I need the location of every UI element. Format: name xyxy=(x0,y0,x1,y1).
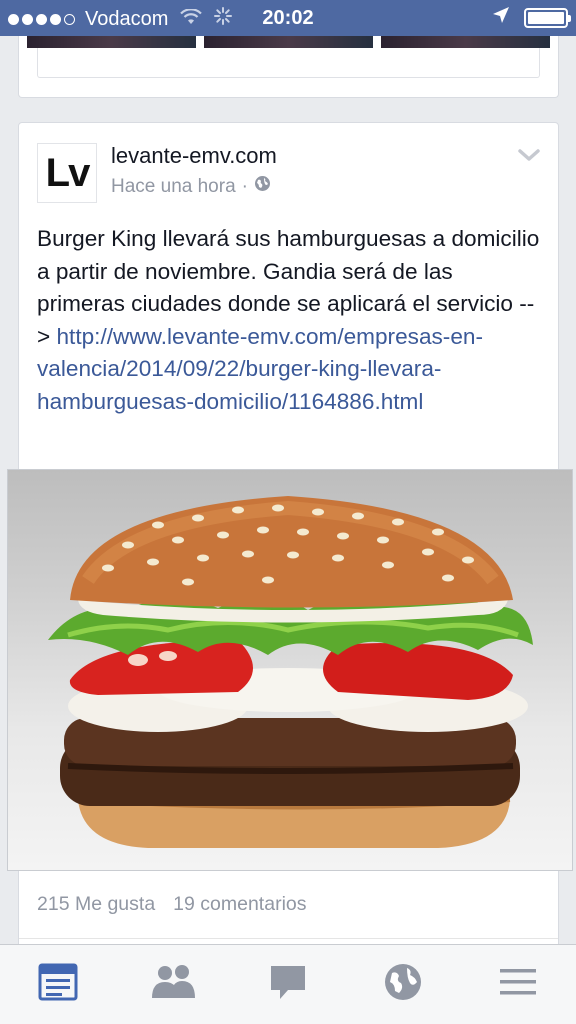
post-card: Lv levante-emv.com Hace una hora · Burge… xyxy=(7,122,573,952)
post-meta: Hace una hora · xyxy=(111,175,271,198)
post-link[interactable]: http://www.levante-emv.com/empresas-en-v… xyxy=(37,324,483,414)
burger-image xyxy=(48,496,533,848)
previous-post-image[interactable] xyxy=(204,36,373,48)
previous-post-image[interactable] xyxy=(27,36,196,48)
menu-icon xyxy=(498,966,538,1003)
page-logo-text: Lv xyxy=(45,150,91,195)
tab-messages[interactable] xyxy=(248,955,328,1015)
previous-post-image[interactable] xyxy=(381,36,550,48)
globe-icon xyxy=(383,962,423,1007)
likes-count[interactable]: 215 Me gusta xyxy=(37,893,155,916)
tab-notifications[interactable] xyxy=(363,955,443,1015)
divider xyxy=(19,938,558,939)
friends-icon xyxy=(149,964,197,1005)
location-arrow-icon xyxy=(492,6,510,30)
tab-more[interactable] xyxy=(478,955,558,1015)
post-message: Burger King llevará sus hamburguesas a d… xyxy=(37,223,542,419)
tab-friend-requests[interactable] xyxy=(133,955,213,1015)
meta-separator: · xyxy=(241,175,248,197)
public-globe-icon xyxy=(254,175,271,198)
post-timestamp[interactable]: Hace una hora xyxy=(111,176,236,198)
comments-count[interactable]: 19 comentarios xyxy=(173,893,306,916)
messages-icon xyxy=(268,963,308,1006)
post-photo[interactable] xyxy=(7,469,573,871)
previous-post-card xyxy=(18,36,559,98)
news-feed-icon xyxy=(38,963,78,1006)
previous-post-attachment[interactable] xyxy=(37,48,540,78)
page-name-link[interactable]: levante-emv.com xyxy=(111,143,277,169)
status-bar: Vodacom 20:02 xyxy=(0,0,576,36)
chevron-down-icon[interactable] xyxy=(518,149,540,168)
battery-icon xyxy=(524,8,571,28)
clock: 20:02 xyxy=(262,7,314,29)
post-stats: 215 Me gusta 19 comentarios xyxy=(37,893,307,916)
tab-news-feed[interactable] xyxy=(18,955,98,1015)
page-avatar[interactable]: Lv xyxy=(37,143,97,203)
bottom-tab-bar xyxy=(0,944,576,1024)
